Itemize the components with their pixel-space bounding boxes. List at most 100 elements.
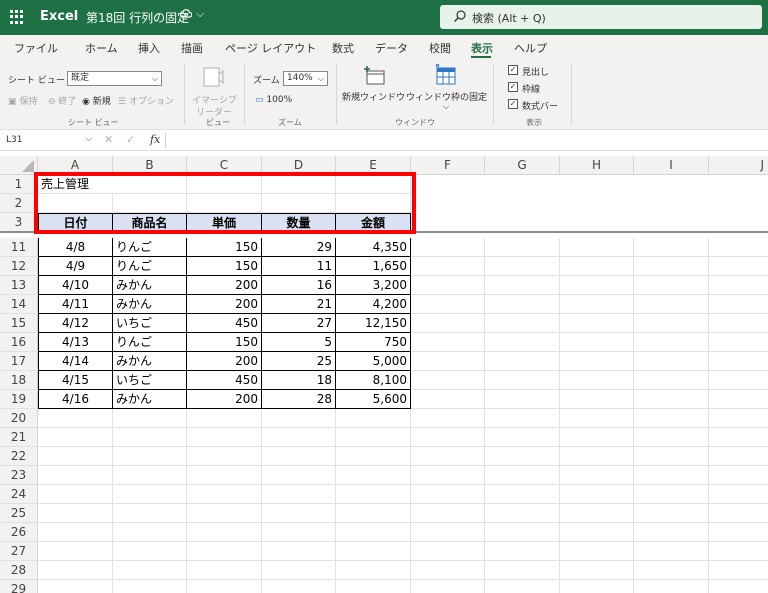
table-cell[interactable]: 25 bbox=[262, 352, 336, 371]
table-cell[interactable]: 450 bbox=[187, 371, 262, 390]
cell[interactable] bbox=[560, 333, 634, 352]
table-cell[interactable]: 4,350 bbox=[336, 238, 411, 257]
cell[interactable] bbox=[262, 523, 336, 542]
headings-checkbox[interactable]: ✓ bbox=[508, 65, 518, 75]
zoom-100-button[interactable]: ▭ 100% bbox=[255, 95, 292, 105]
cell[interactable] bbox=[485, 523, 560, 542]
cell[interactable] bbox=[634, 523, 709, 542]
cell[interactable] bbox=[485, 257, 560, 276]
cell[interactable] bbox=[38, 561, 113, 580]
row-header[interactable]: 11 bbox=[0, 238, 38, 257]
cell[interactable] bbox=[560, 314, 634, 333]
row-header[interactable]: 19 bbox=[0, 390, 38, 409]
cell[interactable] bbox=[709, 504, 768, 523]
cell[interactable] bbox=[485, 295, 560, 314]
cell[interactable] bbox=[560, 523, 634, 542]
cell[interactable] bbox=[709, 580, 768, 593]
table-cell[interactable]: 12,150 bbox=[336, 314, 411, 333]
cell[interactable] bbox=[411, 409, 485, 428]
table-cell[interactable]: 4,200 bbox=[336, 295, 411, 314]
table-cell[interactable]: 5,600 bbox=[336, 390, 411, 409]
cell[interactable] bbox=[560, 276, 634, 295]
cell[interactable] bbox=[485, 352, 560, 371]
cell[interactable] bbox=[485, 333, 560, 352]
cell[interactable] bbox=[336, 542, 411, 561]
row-header[interactable]: 24 bbox=[0, 485, 38, 504]
cell[interactable] bbox=[485, 561, 560, 580]
cell[interactable] bbox=[634, 390, 709, 409]
table-cell[interactable]: 28 bbox=[262, 390, 336, 409]
table-cell[interactable]: 4/16 bbox=[38, 390, 113, 409]
cell[interactable] bbox=[560, 504, 634, 523]
table-cell[interactable]: 4/12 bbox=[38, 314, 113, 333]
cell[interactable] bbox=[336, 428, 411, 447]
cell[interactable] bbox=[560, 390, 634, 409]
cell[interactable] bbox=[262, 428, 336, 447]
app-launcher-icon[interactable] bbox=[10, 10, 24, 24]
tab-view[interactable]: 表示 bbox=[471, 40, 493, 56]
row-header[interactable]: 20 bbox=[0, 409, 38, 428]
row-header[interactable]: 23 bbox=[0, 466, 38, 485]
table-cell[interactable]: 200 bbox=[187, 295, 262, 314]
new-view-button[interactable]: ◉ 新規 bbox=[82, 94, 111, 107]
tab-formulas[interactable]: 数式 bbox=[332, 40, 354, 56]
cell[interactable] bbox=[634, 542, 709, 561]
cell[interactable] bbox=[560, 447, 634, 466]
cell[interactable] bbox=[634, 447, 709, 466]
cell[interactable] bbox=[262, 561, 336, 580]
cell[interactable] bbox=[709, 257, 768, 276]
cell[interactable] bbox=[38, 523, 113, 542]
cell[interactable] bbox=[187, 485, 262, 504]
formula-enter-icon[interactable]: ✓ bbox=[126, 133, 135, 146]
cell[interactable] bbox=[634, 295, 709, 314]
cell[interactable] bbox=[336, 466, 411, 485]
cell[interactable] bbox=[187, 580, 262, 593]
cell[interactable] bbox=[634, 352, 709, 371]
row-header[interactable]: 15 bbox=[0, 314, 38, 333]
cell[interactable] bbox=[113, 542, 187, 561]
cell[interactable] bbox=[560, 428, 634, 447]
cell[interactable] bbox=[634, 371, 709, 390]
table-cell[interactable]: 750 bbox=[336, 333, 411, 352]
cell[interactable] bbox=[411, 580, 485, 593]
cell[interactable] bbox=[38, 447, 113, 466]
cell[interactable] bbox=[634, 466, 709, 485]
cell[interactable] bbox=[634, 580, 709, 593]
cell[interactable] bbox=[411, 238, 485, 257]
cell[interactable] bbox=[709, 238, 768, 257]
app-name[interactable]: Excel bbox=[40, 9, 78, 24]
table-cell[interactable]: 8,100 bbox=[336, 371, 411, 390]
cell[interactable] bbox=[560, 371, 634, 390]
gridlines-checkbox[interactable]: ✓ bbox=[508, 82, 518, 92]
cell[interactable] bbox=[411, 257, 485, 276]
cell[interactable] bbox=[262, 466, 336, 485]
cell[interactable] bbox=[411, 447, 485, 466]
cell[interactable] bbox=[113, 428, 187, 447]
row-header[interactable]: 1 bbox=[0, 175, 38, 194]
cell[interactable] bbox=[560, 352, 634, 371]
exit-view-button[interactable]: ⊖ 終了 bbox=[48, 94, 76, 107]
table-cell[interactable]: 150 bbox=[187, 238, 262, 257]
cell[interactable] bbox=[485, 485, 560, 504]
table-cell[interactable]: 11 bbox=[262, 257, 336, 276]
cell[interactable] bbox=[709, 333, 768, 352]
row-header[interactable]: 16 bbox=[0, 333, 38, 352]
cell[interactable] bbox=[336, 447, 411, 466]
cell[interactable] bbox=[262, 504, 336, 523]
cell[interactable] bbox=[411, 314, 485, 333]
cell[interactable] bbox=[113, 466, 187, 485]
cell[interactable] bbox=[113, 580, 187, 593]
table-cell[interactable]: 4/14 bbox=[38, 352, 113, 371]
sheet-view-select[interactable]: 既定 ⌵ bbox=[67, 71, 162, 86]
table-cell[interactable]: りんご bbox=[113, 333, 187, 352]
cell[interactable] bbox=[38, 504, 113, 523]
cell[interactable] bbox=[634, 333, 709, 352]
cell[interactable] bbox=[485, 447, 560, 466]
cell[interactable] bbox=[336, 409, 411, 428]
table-cell[interactable]: 18 bbox=[262, 371, 336, 390]
name-box[interactable]: L31 ⌵ bbox=[0, 131, 96, 150]
search-box[interactable]: 検索 (Alt + Q) bbox=[440, 5, 762, 29]
cell[interactable] bbox=[411, 466, 485, 485]
table-cell[interactable]: いちご bbox=[113, 314, 187, 333]
table-cell[interactable]: 1,650 bbox=[336, 257, 411, 276]
